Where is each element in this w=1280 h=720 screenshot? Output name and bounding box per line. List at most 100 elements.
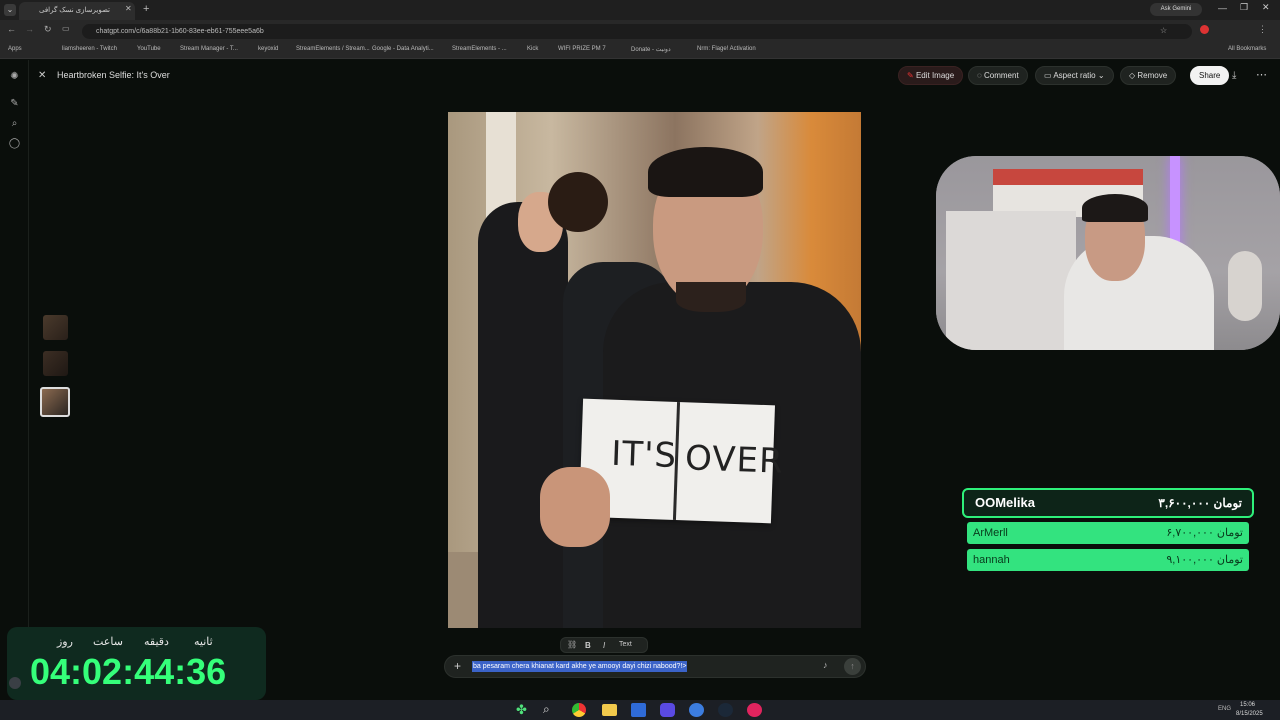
close-icon[interactable]: ✕ [38, 70, 46, 81]
bookmark-item[interactable]: Donate - دونیت [631, 46, 671, 53]
app-icon[interactable] [631, 703, 646, 717]
new-chat-icon[interactable]: ✎ [8, 97, 21, 110]
image-thumbnail-selected[interactable] [40, 387, 70, 417]
extension-icon[interactable] [1200, 25, 1209, 34]
remove-label: Remove [1137, 71, 1168, 80]
timer-value: 04:02:44:36 [30, 651, 227, 692]
link-icon[interactable]: ⛓ [567, 640, 577, 649]
search-icon[interactable]: ⌕ [8, 117, 21, 130]
url-text: chatgpt.com/c/6a88b21-1b60-83ee-eb61-755… [96, 28, 264, 35]
browser-tab[interactable]: تصویرسازی نسک گرافی [19, 2, 135, 20]
status-dot [9, 677, 21, 689]
split-view-icon[interactable]: ▭ [62, 24, 70, 33]
woman-figure [478, 202, 568, 628]
close-window-icon[interactable]: ✕ [1262, 2, 1270, 13]
format-toolbar: ⛓ B I Text [560, 637, 648, 653]
timer-label-days: روز [57, 636, 73, 648]
steam-icon[interactable] [718, 703, 733, 717]
brush-icon: ✎ [907, 71, 914, 80]
remove-button[interactable]: ◇ Remove [1120, 66, 1177, 85]
app-icon[interactable] [747, 703, 762, 717]
image-thumbnail[interactable] [43, 351, 68, 376]
search-taskbar-icon[interactable]: ⌕ [543, 702, 550, 717]
bold-button[interactable]: B [585, 641, 591, 650]
aspect-icon: ▭ [1044, 71, 1052, 80]
bookmark-item[interactable]: Nrm: Flage! Activation [697, 46, 756, 52]
bookmark-item[interactable]: WIFI PRIZE PM 7 [558, 46, 606, 52]
bookmark-item[interactable]: YouTube [137, 46, 161, 52]
edit-image-label: Edit Image [915, 71, 955, 80]
menu-icon[interactable]: ⋮ [1258, 24, 1267, 35]
text-style-dropdown[interactable]: Text [619, 641, 632, 648]
minimize-icon[interactable]: — [1218, 3, 1227, 13]
back-icon[interactable]: ← [7, 24, 16, 34]
more-icon[interactable]: ⋯ [1256, 68, 1267, 81]
edit-image-button[interactable]: ✎ Edit Image [898, 66, 964, 85]
all-bookmarks[interactable]: All Bookmarks [1228, 46, 1266, 52]
lamp [1228, 251, 1262, 321]
tab-title: تصویرسازی نسک گرافی [39, 7, 110, 14]
bookmark-item[interactable]: Stream Manager - T... [180, 46, 238, 52]
forward-icon[interactable]: → [25, 24, 34, 34]
comment-icon: ◌ [977, 71, 982, 80]
donation-row: ArMerll تومان ۶,۷۰۰,۰۰۰ [967, 522, 1249, 544]
url-field[interactable]: chatgpt.com/c/6a88b21-1b60-83ee-eb61-755… [82, 24, 1192, 39]
language-indicator[interactable]: ENG [1218, 706, 1231, 712]
ask-gemini-button[interactable]: Ask Gemini [1150, 3, 1202, 16]
bookmark-item[interactable]: StreamElements - ... [452, 46, 507, 52]
share-label: Share [1199, 71, 1221, 80]
bookmark-item[interactable]: Google - Data Analyti... [372, 46, 434, 52]
chevron-down-icon: ⌄ [1097, 71, 1105, 80]
plus-icon[interactable]: + [454, 659, 461, 673]
windows-start-icon[interactable]: ✤ [516, 702, 527, 718]
donor-name: OOMelika [975, 495, 1035, 510]
clock-time[interactable]: 15:06 [1240, 702, 1255, 708]
aspect-ratio-button[interactable]: ▭ Aspect ratio ⌄ [1035, 66, 1114, 85]
comment-button[interactable]: ◌ Comment [968, 66, 1028, 85]
bookmark-item[interactable]: Kick [527, 46, 538, 52]
comment-label: Comment [984, 71, 1019, 80]
send-icon[interactable]: ↑ [844, 658, 861, 675]
logo-icon[interactable]: ✺ [8, 70, 21, 83]
bookmark-item[interactable]: liamsheeren - Twitch [62, 46, 117, 52]
italic-button[interactable]: I [603, 641, 605, 650]
tear-line [672, 401, 681, 520]
app-icon[interactable] [689, 703, 704, 717]
hand [540, 467, 610, 547]
bookmark-item[interactable]: keyoxid [258, 46, 278, 52]
bookmark-apps[interactable]: Apps [8, 46, 22, 52]
image-thumbnail[interactable] [43, 315, 68, 340]
generated-image[interactable]: IT'S OVER [448, 112, 861, 628]
app-icon[interactable] [660, 703, 675, 717]
bookmark-item[interactable]: StreamElements / Stream... [296, 46, 370, 52]
beard [676, 282, 746, 312]
library-icon[interactable]: ◯ [8, 137, 21, 150]
prompt-input[interactable]: + ba pesaram chera khianat kard akhe ye … [444, 655, 866, 678]
countdown-timer: روز ساعت دقیقه ثانیه 04:02:44:36 [7, 627, 266, 700]
tab-search-icon[interactable]: ⌄ [4, 4, 16, 16]
share-button[interactable]: Share [1190, 66, 1230, 85]
new-tab-icon[interactable]: + [143, 3, 149, 15]
donor-name: hannah [973, 554, 1010, 566]
aspect-ratio-label: Aspect ratio [1053, 71, 1096, 80]
donation-top: OOMelika تومان ۳,۶۰۰,۰۰۰ [962, 488, 1254, 518]
microphone-icon[interactable]: ♪ [823, 660, 828, 670]
bed [946, 211, 1076, 350]
streamer-hair [1082, 194, 1148, 222]
timer-label-seconds: ثانیه [194, 636, 213, 648]
chrome-icon[interactable] [572, 703, 586, 717]
image-title: Heartbroken Selfie: It's Over [57, 70, 170, 80]
donor-amount: تومان ۶,۷۰۰,۰۰۰ [1166, 527, 1243, 539]
close-tab-icon[interactable]: ✕ [125, 4, 132, 13]
file-explorer-icon[interactable] [602, 704, 617, 716]
donor-name: ArMerll [973, 527, 1008, 539]
download-icon[interactable]: ⤓ [1232, 70, 1236, 81]
star-icon[interactable]: ☆ [1160, 26, 1167, 35]
reload-icon[interactable]: ↻ [44, 24, 52, 35]
donation-row: hannah تومان ۹,۱۰۰,۰۰۰ [967, 549, 1249, 571]
clock-date[interactable]: 8/15/2025 [1236, 711, 1263, 717]
taskbar: ✤ ⌕ ENG 15:06 8/15/2025 [0, 700, 1280, 720]
maximize-icon[interactable]: ❐ [1240, 2, 1248, 13]
prompt-text: ba pesaram chera khianat kard akhe ye am… [472, 661, 688, 672]
tab-bar: ⌄ تصویرسازی نسک گرافی ✕ + Ask Gemini — ❐… [0, 0, 1280, 20]
